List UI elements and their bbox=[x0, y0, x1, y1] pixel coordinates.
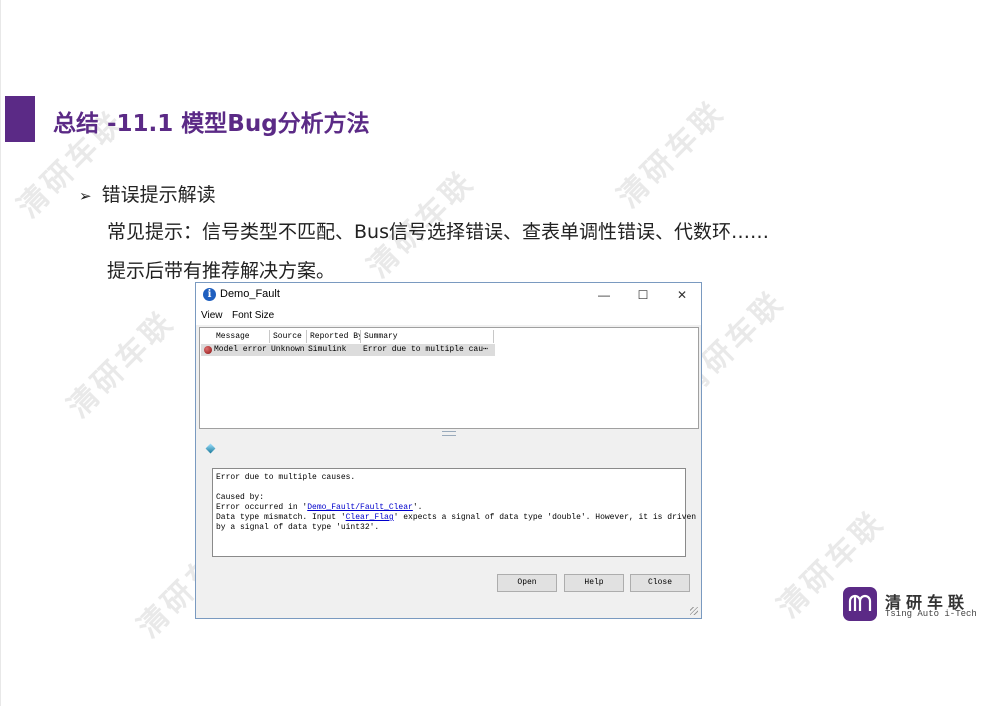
close-window-button[interactable]: ✕ bbox=[667, 285, 697, 305]
slide: 清研车联 清研车联 清研车联 清研车联 清研车联 清研车联 清研车联 总结 -1… bbox=[0, 0, 1000, 706]
bullet-arrow-icon: ➢ bbox=[79, 187, 92, 205]
error-icon bbox=[204, 346, 212, 354]
info-icon: i bbox=[203, 288, 216, 301]
bullet-item: ➢ 错误提示解读 bbox=[79, 180, 216, 207]
title-accent-bar bbox=[5, 96, 35, 142]
menu-view[interactable]: View bbox=[201, 310, 223, 321]
watermark: 清研车联 bbox=[61, 304, 182, 425]
window-title: Demo_Fault bbox=[220, 288, 280, 300]
diagnostic-diamond-icon bbox=[205, 443, 216, 454]
cell-message: Model error bbox=[214, 345, 267, 354]
maximize-button[interactable]: ☐ bbox=[628, 285, 658, 305]
menu-bar: View Font Size bbox=[196, 307, 701, 325]
column-header-reported-by[interactable]: Reported By bbox=[307, 330, 361, 343]
slide-title: 总结 -11.1 模型Bug分析方法 bbox=[53, 111, 370, 137]
cell-summary: Error due to multiple cau⋯ bbox=[363, 345, 488, 354]
brand-subtitle: Tsing Auto i-Tech bbox=[885, 609, 977, 619]
pane-splitter-handle[interactable] bbox=[442, 431, 456, 436]
resize-grip[interactable] bbox=[690, 607, 698, 615]
details-text: '. bbox=[412, 503, 423, 512]
diagnostic-viewer-window: i Demo_Fault — ☐ ✕ View Font Size Messag… bbox=[195, 282, 702, 619]
details-line: Error due to multiple causes. bbox=[216, 473, 356, 482]
cell-source: Unknown bbox=[271, 345, 305, 354]
menu-font-size[interactable]: Font Size bbox=[232, 310, 274, 321]
column-header-message[interactable]: Message bbox=[213, 330, 270, 343]
details-text: Error occurred in ' bbox=[216, 503, 308, 512]
details-caused-by: Caused by: bbox=[216, 493, 265, 502]
help-button[interactable]: Help bbox=[564, 574, 624, 592]
signal-link[interactable]: Clear_Flag bbox=[346, 513, 394, 522]
details-text: Data type mismatch. Input ' bbox=[216, 513, 346, 522]
bullet-text: 错误提示解读 bbox=[101, 184, 216, 206]
error-details-box: Error due to multiple causes. Caused by:… bbox=[212, 468, 696, 557]
block-path-link[interactable]: Demo_Fault/Fault_Clear bbox=[307, 503, 413, 512]
column-header-summary[interactable]: Summary bbox=[361, 330, 494, 343]
watermark: 清研车联 bbox=[611, 94, 732, 215]
body-line-common-hints: 常见提示：信号类型不匹配、Bus信号选择错误、查表单调性错误、代数环…… bbox=[107, 221, 769, 243]
body-line-recommendation: 提示后带有推荐解决方案。 bbox=[107, 260, 336, 282]
cell-reported-by: Simulink bbox=[308, 345, 347, 354]
brand-logo-icon bbox=[843, 587, 877, 621]
column-header-source[interactable]: Source bbox=[270, 330, 307, 343]
window-titlebar[interactable]: i Demo_Fault — ☐ ✕ bbox=[196, 283, 701, 307]
details-line: by a signal of data type 'uint32'. bbox=[216, 523, 380, 532]
close-button[interactable]: Close bbox=[630, 574, 690, 592]
details-text: ' expects a signal of data type 'double'… bbox=[393, 513, 697, 522]
open-button[interactable]: Open bbox=[497, 574, 557, 592]
minimize-button[interactable]: — bbox=[589, 285, 619, 305]
message-list: Message Source Reported By Summary Model… bbox=[199, 327, 699, 429]
